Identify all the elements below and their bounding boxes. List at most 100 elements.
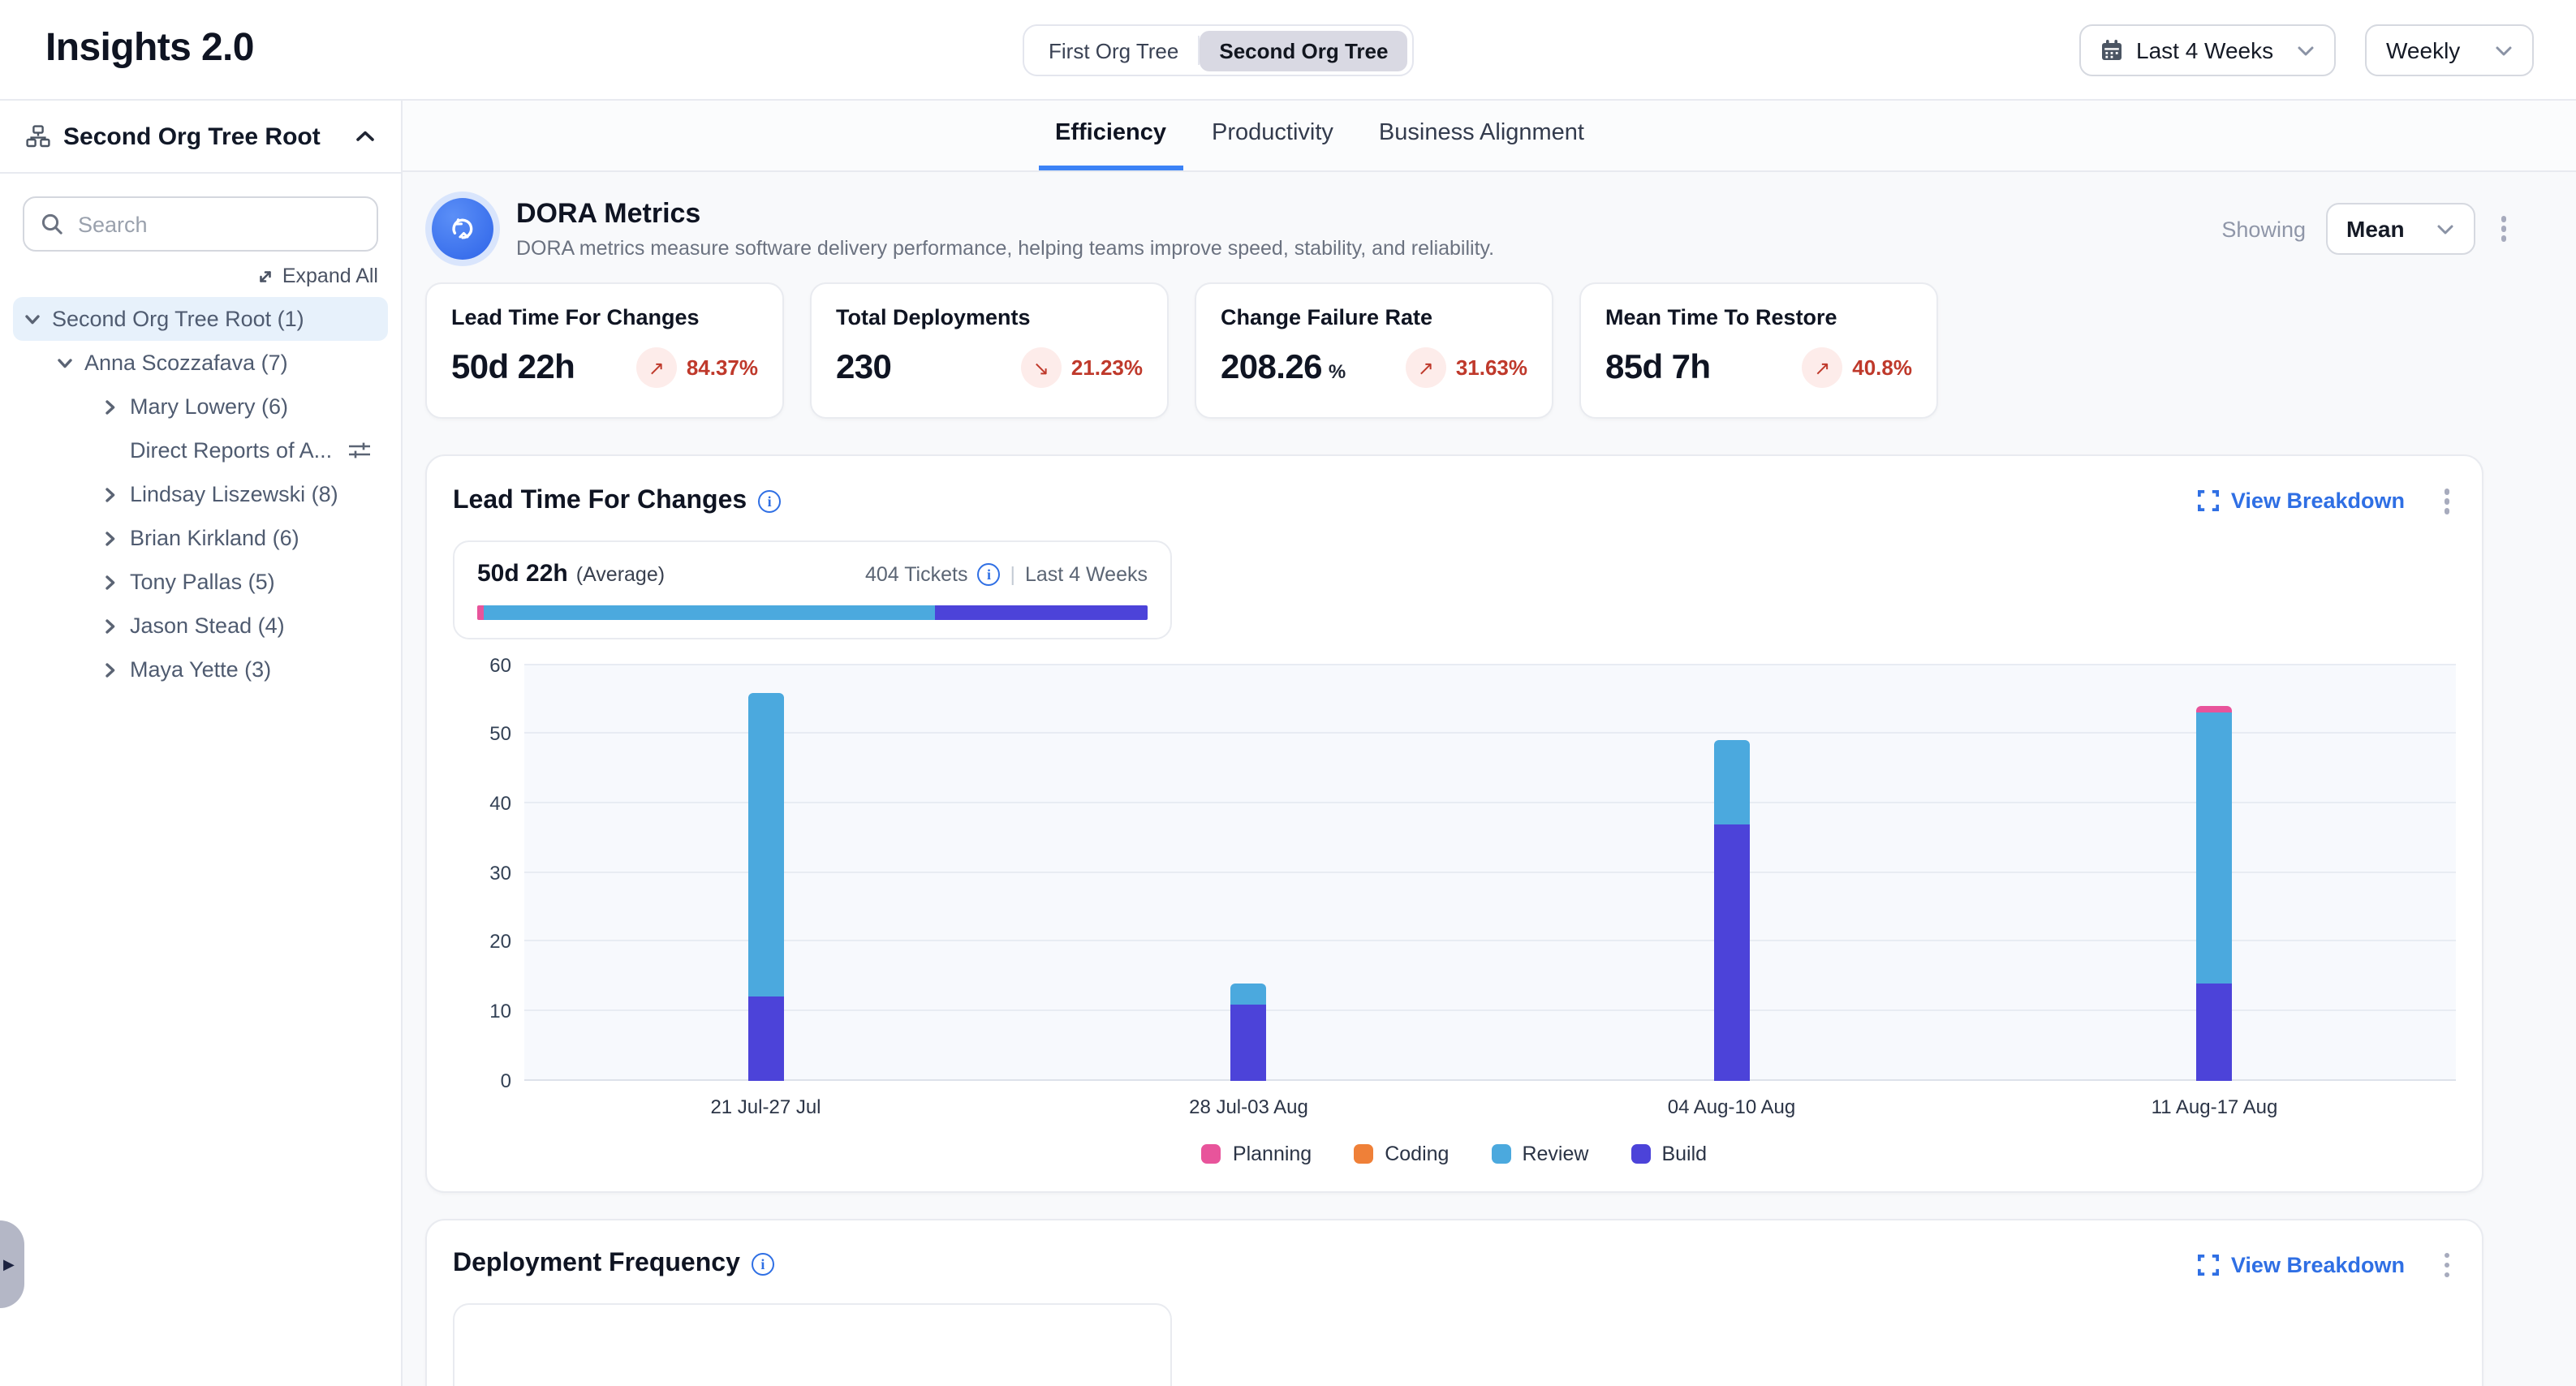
metric-card-value-row: 85d 7h↗40.8% bbox=[1605, 347, 1912, 388]
phase-segment-review bbox=[483, 605, 936, 619]
chart-plot-area: 0102030405060 bbox=[524, 665, 2456, 1080]
stacked-bar[interactable] bbox=[748, 692, 784, 1080]
tree-item-label: Tony Pallas (5) bbox=[130, 570, 275, 594]
metric-card-value-row: 208.26%↗31.63% bbox=[1221, 347, 1527, 388]
expand-all-button[interactable]: Expand All bbox=[23, 265, 378, 287]
deployment-title: Deployment Frequency bbox=[453, 1250, 740, 1280]
chevron-right-icon bbox=[101, 660, 120, 679]
org-tree-icon bbox=[26, 125, 50, 148]
expand-view-icon bbox=[2199, 1255, 2220, 1276]
chart-legend: PlanningCodingReviewBuild bbox=[453, 1142, 2456, 1164]
tab-efficiency[interactable]: Efficiency bbox=[1039, 101, 1182, 170]
tree-item-label: Anna Scozzafava (7) bbox=[84, 351, 288, 375]
chart-column bbox=[1007, 665, 1490, 1080]
legend-item-review: Review bbox=[1491, 1142, 1588, 1164]
expand-all-icon bbox=[256, 267, 274, 285]
date-range-value: Last 4 Weeks bbox=[2136, 37, 2273, 63]
tree-item[interactable]: Mary Lowery (6) bbox=[13, 385, 388, 428]
tree-item[interactable]: Maya Yette (3) bbox=[13, 648, 388, 691]
bar-segment-review bbox=[748, 692, 784, 996]
legend-label: Planning bbox=[1233, 1142, 1312, 1164]
chevron-right-icon bbox=[101, 397, 120, 416]
y-axis-tick-label: 50 bbox=[456, 722, 511, 745]
tree-item[interactable]: Jason Stead (4) bbox=[13, 604, 388, 648]
chart-column bbox=[524, 665, 1007, 1080]
org-toggle-option[interactable]: First Org Tree bbox=[1029, 30, 1198, 71]
legend-swatch bbox=[1491, 1143, 1510, 1163]
trend-down-icon: ↘ bbox=[1021, 347, 1062, 388]
sidebar: Second Org Tree Root Expand All Second O… bbox=[0, 101, 403, 1386]
tree-item[interactable]: Lindsay Liszewski (8) bbox=[13, 472, 388, 516]
chevron-down-icon bbox=[2436, 223, 2453, 235]
org-toggle-option[interactable]: Second Org Tree bbox=[1200, 30, 1407, 71]
metric-card-title: Mean Time To Restore bbox=[1605, 305, 1912, 329]
metric-card-value-row: 50d 22h↗84.37% bbox=[451, 347, 758, 388]
lead-time-title: Lead Time For Changes bbox=[453, 487, 747, 516]
metric-card-change-failure-rate: Change Failure Rate208.26%↗31.63% bbox=[1195, 282, 1553, 419]
granularity-select[interactable]: Weekly bbox=[2365, 24, 2534, 76]
calendar-icon bbox=[2100, 39, 2123, 62]
legend-item-planning: Planning bbox=[1202, 1142, 1312, 1164]
trend-up-icon: ↗ bbox=[636, 347, 677, 388]
dora-menu-kebab-icon[interactable] bbox=[2494, 210, 2513, 248]
legend-swatch bbox=[1630, 1143, 1650, 1163]
sidebar-collapse-handle[interactable]: ▶ bbox=[0, 1220, 24, 1308]
metric-card-lead-time-for-changes: Lead Time For Changes50d 22h↗84.37% bbox=[425, 282, 784, 419]
dora-metric-cards: Lead Time For Changes50d 22h↗84.37%Total… bbox=[425, 282, 2483, 419]
bar-segment-review bbox=[2197, 713, 2233, 984]
metric-unit: % bbox=[1329, 360, 1346, 383]
info-icon[interactable] bbox=[977, 562, 1000, 585]
phase-segment-planning bbox=[477, 605, 483, 619]
chevron-down-icon bbox=[23, 309, 42, 329]
summary-range: Last 4 Weeks bbox=[1025, 562, 1148, 585]
top-controls: Last 4 Weeks Weekly bbox=[2079, 24, 2534, 76]
tree-item[interactable]: Brian Kirkland (6) bbox=[13, 516, 388, 560]
lead-time-summary-box: 50d 22h (Average) 404 Tickets | Last 4 W… bbox=[453, 540, 1172, 639]
legend-item-coding: Coding bbox=[1354, 1142, 1449, 1164]
tree-item[interactable]: Tony Pallas (5) bbox=[13, 560, 388, 604]
stacked-bar[interactable] bbox=[1714, 741, 1750, 1080]
tree-item[interactable]: Second Org Tree Root (1) bbox=[13, 297, 388, 341]
tree-item[interactable]: Direct Reports of A... bbox=[13, 428, 388, 472]
date-range-select[interactable]: Last 4 Weeks bbox=[2079, 24, 2336, 76]
metric-value: 50d 22h bbox=[451, 348, 575, 387]
tab-business-alignment[interactable]: Business Alignment bbox=[1363, 101, 1600, 170]
deployment-panel: Deployment Frequency View Breakdown bbox=[425, 1218, 2483, 1386]
sidebar-header[interactable]: Second Org Tree Root bbox=[0, 101, 401, 174]
info-icon[interactable] bbox=[752, 1254, 774, 1276]
chart-x-labels: 21 Jul-27 Jul28 Jul-03 Aug04 Aug-10 Aug1… bbox=[524, 1095, 2456, 1117]
tree-item-label: Direct Reports of A... bbox=[130, 438, 332, 463]
metric-delta-badge: ↘21.23% bbox=[1021, 347, 1143, 388]
metric-value: 208.26 bbox=[1221, 348, 1322, 387]
view-breakdown-link[interactable]: View Breakdown bbox=[2199, 1253, 2405, 1277]
tree-item-label: Mary Lowery (6) bbox=[130, 394, 288, 419]
showing-select[interactable]: Mean bbox=[2325, 203, 2475, 255]
bar-segment-build bbox=[1714, 824, 1750, 1080]
x-axis-tick-label: 28 Jul-03 Aug bbox=[1007, 1095, 1490, 1117]
stacked-bar[interactable] bbox=[1231, 984, 1267, 1080]
showing-value: Mean bbox=[2346, 216, 2405, 242]
metric-value: 230 bbox=[836, 348, 891, 387]
info-icon[interactable] bbox=[758, 490, 781, 513]
lead-time-menu-kebab-icon[interactable] bbox=[2437, 482, 2456, 520]
app-title: Insights 2.0 bbox=[45, 26, 254, 71]
chart-columns bbox=[524, 665, 2456, 1080]
chart-column bbox=[1490, 665, 1973, 1080]
search-input[interactable] bbox=[75, 210, 360, 238]
x-axis-tick-label: 04 Aug-10 Aug bbox=[1490, 1095, 1973, 1117]
summary-separator: | bbox=[1010, 562, 1015, 585]
chevron-down-icon bbox=[55, 353, 75, 372]
deployment-menu-kebab-icon[interactable] bbox=[2437, 1246, 2456, 1284]
legend-label: Review bbox=[1522, 1142, 1588, 1164]
tree-item[interactable]: Anna Scozzafava (7) bbox=[13, 341, 388, 385]
chevron-down-icon bbox=[2495, 45, 2513, 56]
bar-segment-build bbox=[2197, 984, 2233, 1080]
chevron-right-icon bbox=[101, 572, 120, 592]
tab-productivity[interactable]: Productivity bbox=[1195, 101, 1350, 170]
filters-icon[interactable] bbox=[347, 440, 372, 461]
expand-view-icon bbox=[2199, 491, 2220, 512]
stacked-bar[interactable] bbox=[2197, 706, 2233, 1080]
chart-column bbox=[1973, 665, 2456, 1080]
view-breakdown-link[interactable]: View Breakdown bbox=[2199, 489, 2405, 514]
bar-segment-planning bbox=[2197, 706, 2233, 713]
